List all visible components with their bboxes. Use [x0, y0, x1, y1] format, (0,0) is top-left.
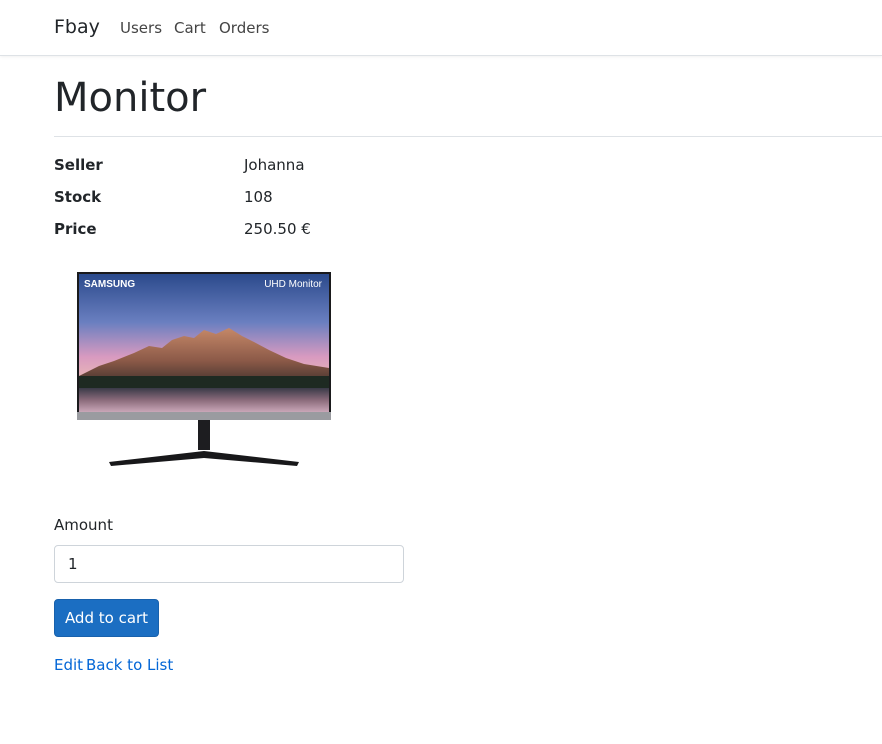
amount-label: Amount	[54, 516, 113, 534]
detail-label-seller: Seller	[54, 156, 103, 174]
edit-link[interactable]: Edit	[54, 656, 83, 674]
top-navbar: Fbay Users Cart Orders	[0, 0, 882, 56]
back-to-list-link[interactable]: Back to List	[86, 656, 173, 674]
samsung-logo-text: SAMSUNG	[84, 279, 135, 290]
nav-link-users[interactable]: Users	[120, 19, 162, 37]
add-to-cart-button[interactable]: Add to cart	[54, 599, 159, 637]
monitor-stand-neck	[198, 420, 210, 450]
uhd-monitor-text: UHD Monitor	[264, 279, 322, 290]
detail-value-seller: Johanna	[244, 156, 305, 174]
detail-value-price: 250.50 €	[244, 220, 311, 238]
product-image: SAMSUNG UHD Monitor	[77, 272, 331, 466]
detail-label-stock: Stock	[54, 188, 102, 206]
page-title: Monitor	[54, 75, 207, 121]
brand-link[interactable]: Fbay	[54, 16, 100, 38]
nav-link-orders[interactable]: Orders	[219, 19, 269, 37]
title-divider	[54, 136, 882, 137]
nav-link-cart[interactable]: Cart	[174, 19, 206, 37]
water-reflection	[79, 388, 329, 412]
monitor-bottom-bezel	[77, 412, 331, 420]
monitor-stand-base	[109, 451, 299, 466]
detail-value-stock: 108	[244, 188, 273, 206]
treeline	[79, 376, 329, 388]
detail-label-price: Price	[54, 220, 97, 238]
amount-input[interactable]	[54, 545, 404, 583]
